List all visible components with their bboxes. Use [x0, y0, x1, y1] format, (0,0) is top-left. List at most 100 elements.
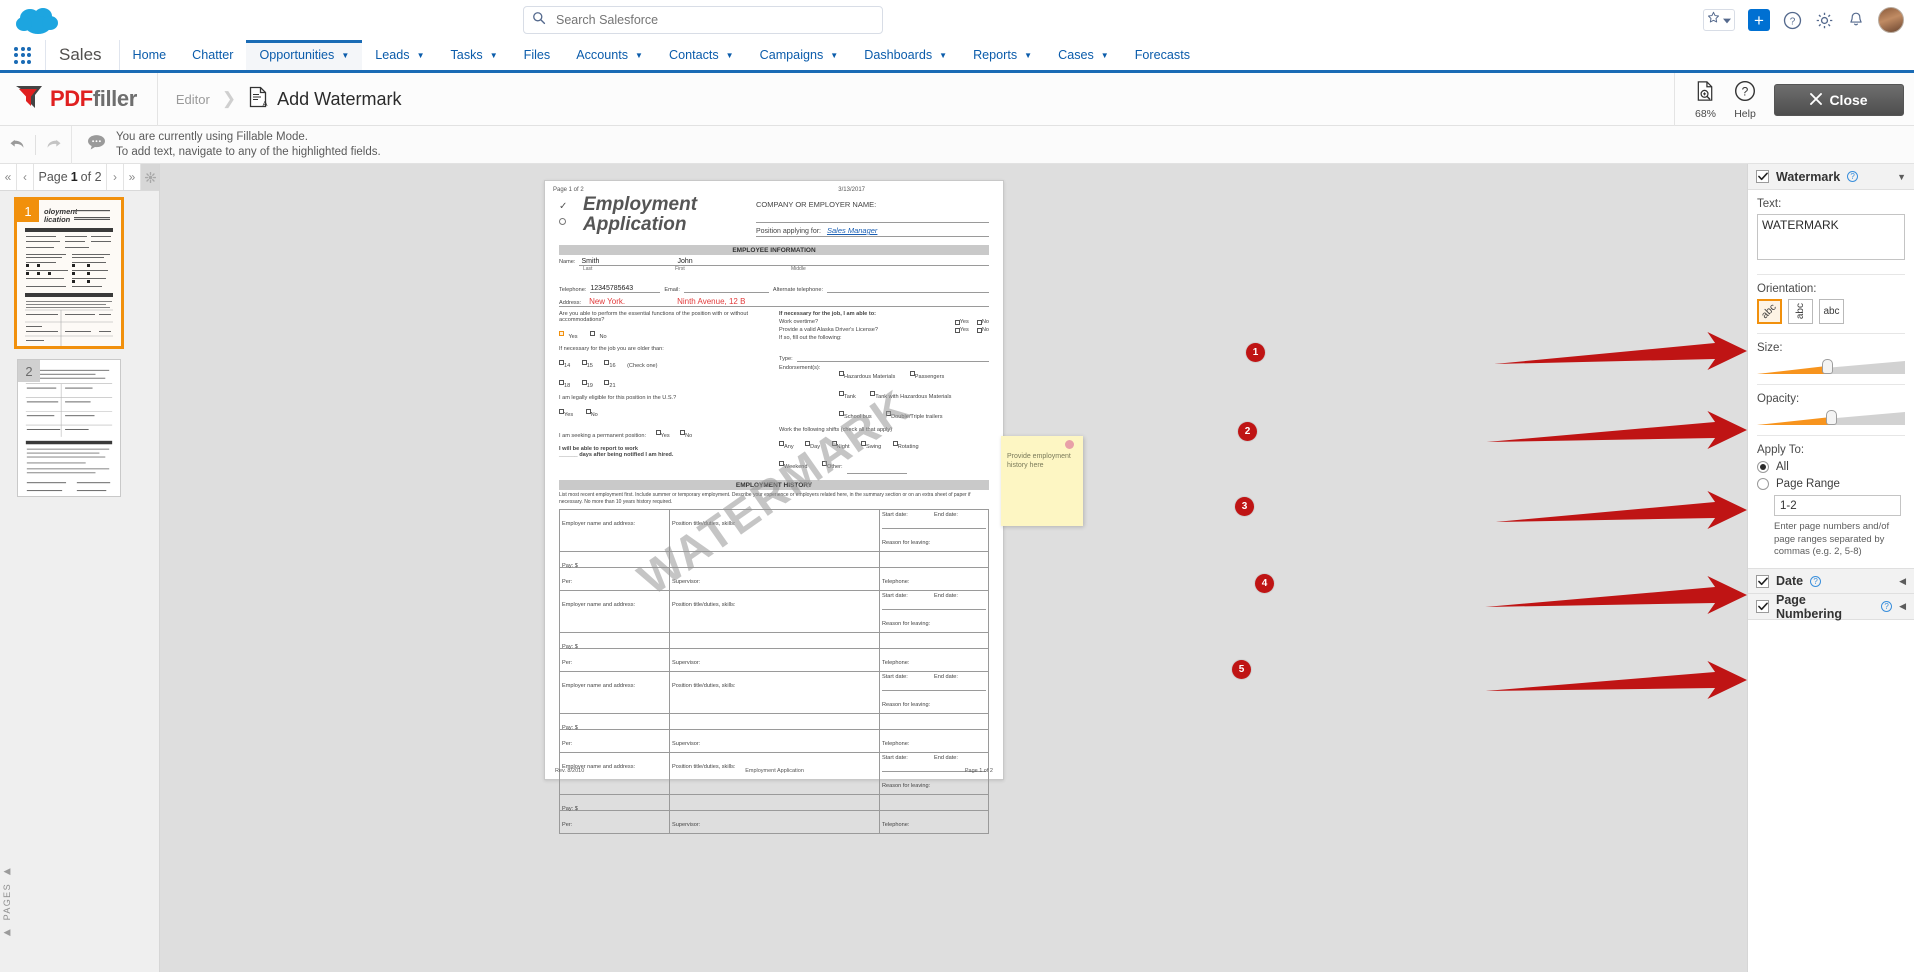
nav-tab-tasks[interactable]: Tasks ▼	[438, 40, 511, 70]
position-value-field[interactable]: Sales Manager	[827, 226, 877, 235]
nav-tab-contacts[interactable]: Contacts ▼	[656, 40, 747, 70]
chevron-down-icon[interactable]: ▼	[1024, 51, 1032, 60]
nav-tab-reports[interactable]: Reports ▼	[960, 40, 1045, 70]
last-page-button[interactable]: »	[124, 164, 141, 190]
watermark-section-header[interactable]: Watermark ? ▼	[1748, 164, 1914, 190]
watermark-enabled-checkbox[interactable]	[1756, 170, 1769, 183]
chevron-down-icon[interactable]: ▼	[939, 51, 947, 60]
chevron-down-icon[interactable]: ▼	[726, 51, 734, 60]
nav-tab-chatter[interactable]: Chatter	[179, 40, 246, 70]
apply-range-radio[interactable]	[1757, 478, 1769, 490]
pdffiller-wordmark: PDFfiller	[50, 86, 137, 111]
checkbox-functions-yes[interactable]	[559, 331, 564, 337]
document-page[interactable]: Page 1 of 2 3/13/2017 ✓ Employment Appli…	[544, 180, 1083, 834]
user-avatar[interactable]	[1878, 7, 1904, 33]
previous-page-button[interactable]: ‹	[17, 164, 34, 190]
nav-tab-label: Tasks	[450, 48, 483, 62]
nav-tab-home[interactable]: Home	[120, 40, 180, 70]
app-launcher-button[interactable]	[0, 40, 46, 70]
name-last-value[interactable]: Smith	[581, 258, 671, 265]
size-slider[interactable]	[1757, 359, 1905, 375]
page-numbering-enabled-checkbox[interactable]	[1756, 600, 1769, 614]
nav-tab-campaigns[interactable]: Campaigns ▼	[747, 40, 852, 70]
date-help-icon[interactable]: ?	[1810, 575, 1822, 587]
favorites-control[interactable]	[1703, 9, 1735, 31]
orientation-vertical-button[interactable]: abc	[1788, 299, 1813, 324]
chevron-down-icon[interactable]: ▼	[830, 51, 838, 60]
checkbox-functions-no[interactable]	[590, 331, 596, 337]
page-thumbnail-1[interactable]: 1 oloyment lication	[14, 197, 124, 349]
global-actions-button[interactable]: +	[1748, 9, 1770, 31]
document-viewport[interactable]: Page 1 of 2 3/13/2017 ✓ Employment Appli…	[160, 164, 1747, 972]
date-collapse-icon[interactable]: ◀	[1899, 576, 1906, 587]
alt-telephone-label: Alternate telephone:	[772, 287, 823, 293]
chevron-down-icon[interactable]	[1723, 11, 1731, 29]
watermark-help-icon[interactable]: ?	[1847, 171, 1859, 182]
watermark-text-input[interactable]	[1757, 214, 1905, 260]
fillable-radio-marker[interactable]	[559, 218, 566, 225]
document-page-header: Page 1 of 2 3/13/2017	[545, 181, 1003, 193]
redo-button[interactable]	[36, 137, 71, 152]
help-icon[interactable]: ?	[1783, 11, 1802, 30]
help-button[interactable]: ? Help	[1734, 80, 1756, 120]
nav-tab-accounts[interactable]: Accounts ▼	[563, 40, 656, 70]
apply-range-label: Page Range	[1776, 478, 1840, 490]
endorse-double: Double/Triple trailers	[891, 414, 943, 420]
setup-gear-icon[interactable]	[1815, 11, 1834, 30]
next-page-button[interactable]: ›	[107, 164, 124, 190]
nav-tab-forecasts[interactable]: Forecasts	[1122, 40, 1203, 70]
size-slider-handle[interactable]	[1821, 359, 1833, 374]
pages-collapse-strip[interactable]: ◀ PAGES ◀	[0, 832, 14, 972]
q-permanent: I am seeking a permanent position:	[559, 433, 647, 439]
chevron-down-icon[interactable]: ▼	[417, 51, 425, 60]
orientation-horizontal-button[interactable]: abc	[1819, 299, 1844, 324]
notifications-bell-icon[interactable]	[1847, 11, 1865, 29]
date-section-header[interactable]: Date ? ◀	[1748, 568, 1914, 595]
address-street-value[interactable]: Ninth Avenue, 12 B	[677, 297, 989, 306]
nav-tab-files[interactable]: Files	[511, 40, 564, 70]
page-range-input[interactable]	[1774, 495, 1901, 516]
page-numbering-section-header[interactable]: Page Numbering ? ◀	[1748, 593, 1914, 621]
telephone-value[interactable]: 12345785643	[590, 285, 661, 293]
chevron-left-icon-top[interactable]: ◀	[4, 866, 11, 877]
sticky-note[interactable]: Provide employment history here	[1001, 436, 1083, 526]
chevron-down-icon[interactable]: ▼	[1101, 51, 1109, 60]
sticky-pin-icon	[1065, 440, 1074, 449]
opacity-slider[interactable]	[1757, 410, 1905, 426]
chevron-down-icon[interactable]: ▼	[341, 51, 349, 60]
page-numbering-collapse-icon[interactable]: ◀	[1899, 601, 1906, 612]
nav-tab-leads[interactable]: Leads ▼	[362, 40, 437, 70]
fillable-check-marker[interactable]: ✓	[559, 201, 575, 212]
zoom-page-icon	[1695, 80, 1716, 107]
apply-all-radio[interactable]	[1757, 461, 1769, 473]
salesforce-cloud-logo[interactable]	[14, 4, 66, 36]
footer-page: Page 1 of 2	[964, 768, 993, 774]
page-settings-gear-icon[interactable]	[141, 164, 159, 190]
orientation-diagonal-button[interactable]: abc	[1757, 299, 1782, 324]
footer-title: Employment Application	[745, 768, 804, 774]
chevron-down-icon[interactable]: ▼	[635, 51, 643, 60]
nav-tab-dashboards[interactable]: Dashboards ▼	[851, 40, 960, 70]
zoom-control[interactable]: 68%	[1695, 80, 1716, 120]
name-first-value[interactable]: John	[677, 258, 787, 265]
pdffiller-logo[interactable]: PDFfiller	[0, 84, 157, 115]
apply-all-label: All	[1776, 461, 1789, 473]
opacity-slider-handle[interactable]	[1826, 410, 1837, 425]
global-search[interactable]	[523, 6, 883, 34]
chevron-down-icon[interactable]: ▼	[490, 51, 498, 60]
apply-to-range-row[interactable]: Page Range	[1757, 478, 1905, 490]
chevron-left-icon-bottom[interactable]: ◀	[4, 927, 11, 938]
watermark-collapse-icon[interactable]: ▼	[1897, 172, 1906, 182]
search-input[interactable]	[554, 12, 874, 28]
nav-tab-opportunities[interactable]: Opportunities ▼	[246, 40, 363, 70]
address-city-value[interactable]: New York.	[589, 297, 669, 306]
date-enabled-checkbox[interactable]	[1756, 574, 1769, 588]
close-button[interactable]: Close	[1774, 83, 1904, 116]
first-page-button[interactable]: «	[0, 164, 17, 190]
undo-button[interactable]	[0, 137, 35, 152]
page-numbering-help-icon[interactable]: ?	[1881, 601, 1893, 613]
breadcrumb-editor-link[interactable]: Editor	[176, 92, 210, 107]
apply-to-all-row[interactable]: All	[1757, 461, 1905, 473]
nav-tab-cases[interactable]: Cases ▼	[1045, 40, 1122, 70]
page-thumbnail-2[interactable]: 2	[17, 359, 121, 497]
